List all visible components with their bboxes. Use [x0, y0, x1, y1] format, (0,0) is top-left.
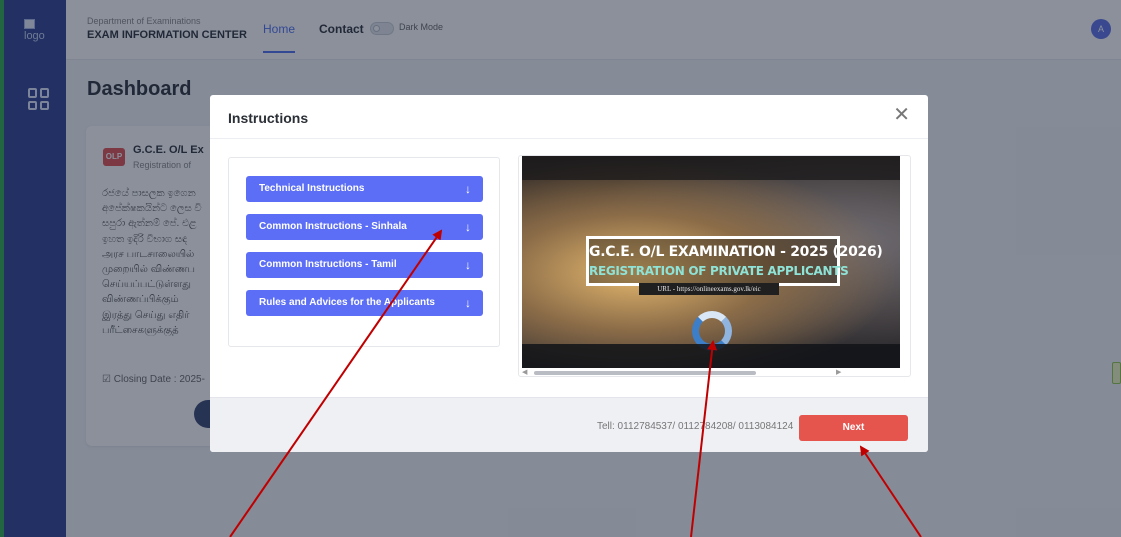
- video-controls-bar[interactable]: [522, 344, 900, 368]
- arrow-down-icon: ↓: [465, 258, 471, 272]
- video-title-box: G.C.E. O/L EXAMINATION - 2025 (2026) REG…: [586, 236, 883, 286]
- rules-and-advices-button[interactable]: Rules and Advices for the Applicants ↓: [246, 290, 483, 316]
- video-subtitle: REGISTRATION OF PRIVATE APPLICANTS: [589, 264, 849, 278]
- video-top-band: [522, 156, 900, 180]
- modal-header: Instructions ✕: [210, 95, 928, 139]
- scroll-left-icon[interactable]: ◀: [522, 368, 527, 376]
- arrow-down-icon: ↓: [465, 182, 471, 196]
- instructions-modal: Instructions ✕ Technical Instructions ↓ …: [210, 95, 928, 452]
- common-instructions-sinhala-button[interactable]: Common Instructions - Sinhala ↓: [246, 214, 483, 240]
- video-title: G.C.E. O/L EXAMINATION - 2025 (2026): [589, 244, 883, 260]
- instruction-label: Common Instructions - Sinhala: [259, 221, 407, 232]
- common-instructions-tamil-button[interactable]: Common Instructions - Tamil ↓: [246, 252, 483, 278]
- modal-title: Instructions: [228, 110, 309, 126]
- scroll-right-icon[interactable]: ▶: [836, 368, 841, 376]
- instruction-label: Technical Instructions: [259, 183, 365, 194]
- arrow-down-icon: ↓: [465, 220, 471, 234]
- close-icon[interactable]: ✕: [893, 105, 910, 125]
- contact-telephone: Tell: 0112784537/ 0112784208/ 0113084124: [597, 421, 794, 432]
- modal-footer: Tell: 0112784537/ 0112784208/ 0113084124…: [210, 397, 928, 452]
- scroll-thumb[interactable]: [534, 371, 756, 375]
- instruction-label: Common Instructions - Tamil: [259, 259, 397, 270]
- instruction-video[interactable]: G.C.E. O/L EXAMINATION - 2025 (2026) REG…: [522, 156, 900, 368]
- next-button[interactable]: Next: [799, 415, 908, 441]
- horizontal-scrollbar[interactable]: ◀ ▶: [522, 368, 900, 376]
- video-panel: G.C.E. O/L EXAMINATION - 2025 (2026) REG…: [518, 155, 911, 377]
- video-url: URL - https://onlineexams.gov.lk/eic: [639, 283, 779, 295]
- instructions-list: Technical Instructions ↓ Common Instruct…: [228, 157, 500, 347]
- arrow-down-icon: ↓: [465, 296, 471, 310]
- instruction-label: Rules and Advices for the Applicants: [259, 297, 435, 308]
- technical-instructions-button[interactable]: Technical Instructions ↓: [246, 176, 483, 202]
